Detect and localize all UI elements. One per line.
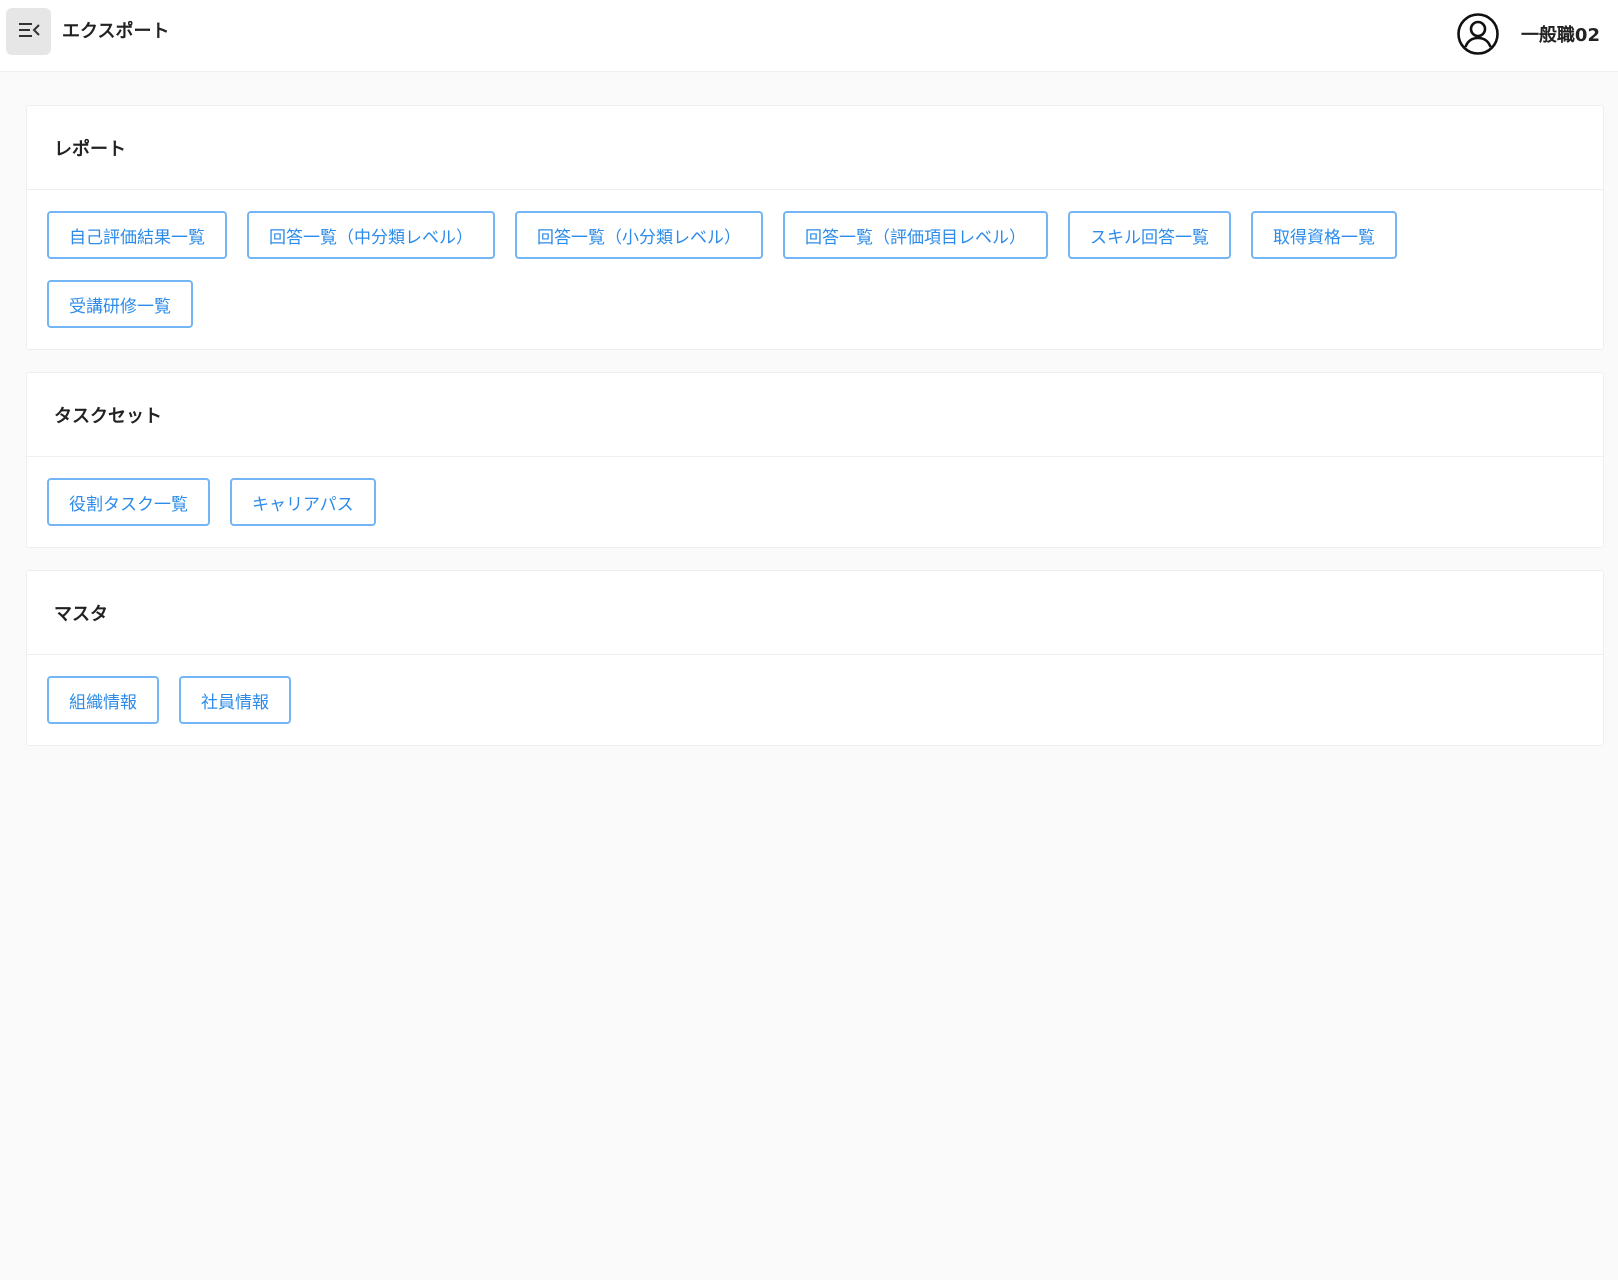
- export-answers-middle-category-button[interactable]: 回答一覧（中分類レベル）: [247, 211, 495, 259]
- page-title: エクスポート: [62, 21, 170, 42]
- section-title: レポート: [27, 106, 1603, 190]
- menu-toggle-button[interactable]: [6, 8, 51, 55]
- export-organization-button[interactable]: 組織情報: [47, 676, 159, 724]
- export-employee-button[interactable]: 社員情報: [179, 676, 291, 724]
- user-circle-icon[interactable]: [1455, 11, 1501, 57]
- taskset-button-group: 役割タスク一覧 キャリアパス: [27, 457, 1603, 547]
- report-button-group: 自己評価結果一覧 回答一覧（中分類レベル） 回答一覧（小分類レベル） 回答一覧（…: [27, 190, 1603, 349]
- master-button-group: 組織情報 社員情報: [27, 655, 1603, 745]
- top-bar: エクスポート 一般職02: [0, 0, 1618, 72]
- export-content: レポート 自己評価結果一覧 回答一覧（中分類レベル） 回答一覧（小分類レベル） …: [26, 105, 1604, 768]
- export-answers-small-category-button[interactable]: 回答一覧（小分類レベル）: [515, 211, 763, 259]
- export-skill-answers-button[interactable]: スキル回答一覧: [1068, 211, 1231, 259]
- export-role-tasks-button[interactable]: 役割タスク一覧: [47, 478, 210, 526]
- export-self-evaluation-button[interactable]: 自己評価結果一覧: [47, 211, 227, 259]
- user-name: 一般職02: [1520, 25, 1600, 46]
- taskset-section: タスクセット 役割タスク一覧 キャリアパス: [26, 372, 1604, 548]
- master-section: マスタ 組織情報 社員情報: [26, 570, 1604, 746]
- user-menu[interactable]: 一般職02: [1455, 10, 1600, 58]
- export-training-button[interactable]: 受講研修一覧: [47, 280, 193, 328]
- export-answers-item-level-button[interactable]: 回答一覧（評価項目レベル）: [783, 211, 1048, 259]
- menu-collapse-icon: [17, 20, 41, 44]
- report-section: レポート 自己評価結果一覧 回答一覧（中分類レベル） 回答一覧（小分類レベル） …: [26, 105, 1604, 350]
- section-title: マスタ: [27, 571, 1603, 655]
- export-certifications-button[interactable]: 取得資格一覧: [1251, 211, 1397, 259]
- export-career-path-button[interactable]: キャリアパス: [230, 478, 376, 526]
- section-title: タスクセット: [27, 373, 1603, 457]
